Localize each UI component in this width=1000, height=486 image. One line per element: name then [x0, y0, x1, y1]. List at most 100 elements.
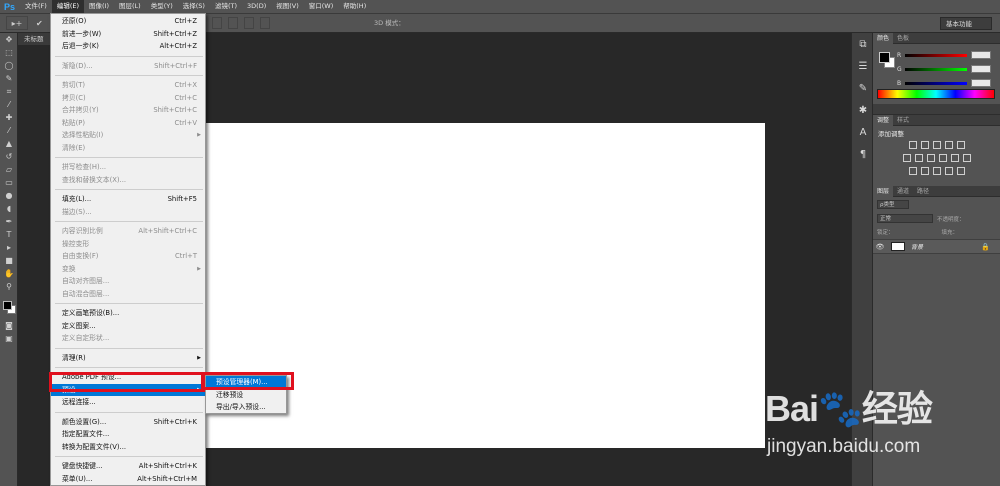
menu-filter[interactable]: 滤镜(T)	[210, 0, 242, 13]
eraser-tool-icon[interactable]: ▱	[0, 164, 18, 176]
history-brush-icon[interactable]: ↺	[0, 151, 18, 163]
screen-mode-icon[interactable]: ▣	[0, 333, 18, 345]
posterize-icon[interactable]	[920, 167, 929, 175]
edit-menu-item[interactable]: 查找和替换文本(X)...	[51, 174, 205, 187]
lasso-tool-icon[interactable]: ◯	[0, 60, 18, 72]
tool-preset-picker[interactable]: ▸+	[6, 16, 28, 30]
edit-menu-item[interactable]: 操控变形	[51, 238, 205, 251]
green-slider[interactable]: G	[897, 65, 995, 74]
color-swatches[interactable]	[0, 299, 18, 319]
auto-select-checkbox[interactable]: ✔	[36, 19, 43, 28]
exposure-icon[interactable]	[944, 141, 953, 149]
photo-filter-icon[interactable]	[938, 154, 947, 162]
edit-menu-item[interactable]: 自由变换(F) Ctrl+T	[51, 250, 205, 263]
menu-file[interactable]: 文件(F)	[20, 0, 52, 13]
layer-kind-filter[interactable]: ρ类型	[877, 200, 909, 209]
color-balance-icon[interactable]	[914, 154, 923, 162]
workspace-switcher[interactable]: 基本功能	[940, 17, 992, 30]
edit-menu-item[interactable]: 自动对齐图层...	[51, 275, 205, 288]
properties-icon[interactable]: ☰	[852, 55, 874, 77]
healing-tool-icon[interactable]: ✚	[0, 112, 18, 124]
red-slider[interactable]: R	[897, 51, 995, 60]
edit-menu-item[interactable]: 前进一步(W) Shift+Ctrl+Z	[51, 28, 205, 41]
color-spectrum[interactable]	[877, 89, 995, 99]
layer-row-background[interactable]: 👁 背景 🔒	[873, 239, 1000, 254]
edit-menu-item[interactable]: 颜色设置(G)... Shift+Ctrl+K	[51, 416, 205, 429]
green-value-field[interactable]	[971, 65, 991, 73]
stamp-tool-icon[interactable]: ▲	[0, 138, 18, 150]
curves-icon[interactable]	[932, 141, 941, 149]
blur-tool-icon[interactable]: ●	[0, 190, 18, 202]
edit-menu-item[interactable]: 定义画笔预设(B)...	[51, 307, 205, 320]
panel-foreground-color[interactable]	[879, 52, 890, 63]
edit-menu-item[interactable]: 远程连接...	[51, 396, 205, 409]
edit-menu-item[interactable]: 键盘快捷键... Alt+Shift+Ctrl+K	[51, 460, 205, 473]
brush-preset-icon[interactable]: ✱	[852, 99, 874, 121]
edit-menu-item[interactable]: 选择性粘贴(I) ▶	[51, 129, 205, 142]
edit-menu-item[interactable]: 剪切(T) Ctrl+X	[51, 79, 205, 92]
brush-tool-icon[interactable]: ⁄	[0, 125, 18, 137]
paragraph-icon[interactable]: ¶	[852, 143, 874, 165]
menu-select[interactable]: 选择(S)	[178, 0, 210, 13]
levels-icon[interactable]	[920, 141, 929, 149]
blue-slider[interactable]: B	[897, 79, 995, 88]
gradient-tool-icon[interactable]: ▭	[0, 177, 18, 189]
move-tool-icon[interactable]: ✥	[0, 34, 18, 46]
tab-paths[interactable]: 路径	[913, 186, 933, 197]
blue-value-field[interactable]	[971, 79, 991, 87]
channel-mixer-icon[interactable]	[950, 154, 959, 162]
character-icon[interactable]: A	[852, 121, 874, 143]
tab-color[interactable]: 颜色	[873, 32, 894, 44]
gradient-map-icon[interactable]	[944, 167, 953, 175]
align-right-icon[interactable]	[244, 17, 254, 29]
menu-window[interactable]: 窗口(W)	[304, 0, 339, 13]
visibility-eye-icon[interactable]: 👁	[873, 243, 887, 251]
bw-icon[interactable]	[926, 154, 935, 162]
menu-layer[interactable]: 图层(L)	[114, 0, 146, 13]
menu-image[interactable]: 图像(I)	[84, 0, 114, 13]
edit-menu-item[interactable]: 定义图案...	[51, 320, 205, 333]
invert-icon[interactable]	[908, 167, 917, 175]
tab-adjustments[interactable]: 调整	[873, 114, 894, 126]
path-select-tool-icon[interactable]: ▸	[0, 242, 18, 254]
color-lookup-icon[interactable]	[962, 154, 971, 162]
edit-menu-item[interactable]: 内容识别比例 Alt+Shift+Ctrl+C	[51, 225, 205, 238]
selective-color-icon[interactable]	[956, 167, 965, 175]
menu-help[interactable]: 帮助(H)	[338, 0, 371, 13]
tab-swatches[interactable]: 色板	[893, 33, 913, 44]
crop-tool-icon[interactable]: ⌗	[0, 86, 18, 98]
foreground-swatch[interactable]	[3, 301, 12, 310]
edit-menu-item[interactable]: 清理(R) ▶	[51, 352, 205, 365]
tab-channels[interactable]: 通道	[893, 186, 913, 197]
threshold-icon[interactable]	[932, 167, 941, 175]
quick-mask-icon[interactable]: ◙	[0, 320, 18, 332]
tab-layers[interactable]: 图层	[873, 185, 894, 197]
hand-tool-icon[interactable]: ✋	[0, 268, 18, 280]
edit-menu-item[interactable]: 后退一步(K) Alt+Ctrl+Z	[51, 40, 205, 53]
eyedropper-tool-icon[interactable]: ⁄	[0, 99, 18, 111]
edit-menu-item[interactable]: 合并拷贝(Y) Shift+Ctrl+C	[51, 104, 205, 117]
history-icon[interactable]: ⧉	[852, 33, 874, 55]
edit-menu-item[interactable]: 指定配置文件...	[51, 428, 205, 441]
distribute-icon[interactable]	[260, 17, 270, 29]
menu-view[interactable]: 视图(V)	[271, 0, 304, 13]
edit-menu-item[interactable]: 还原(O) Ctrl+Z	[51, 15, 205, 28]
align-left-icon[interactable]	[212, 17, 222, 29]
edit-menu-item[interactable]: 变换 ▶	[51, 263, 205, 276]
edit-menu-item[interactable]: 拼写检查(H)...	[51, 161, 205, 174]
menu-type[interactable]: 类型(Y)	[146, 0, 178, 13]
edit-menu-item[interactable]: 渐隐(D)... Shift+Ctrl+F	[51, 60, 205, 73]
preset-submenu-item[interactable]: 导出/导入预设...	[206, 401, 286, 414]
pen-tool-icon[interactable]: ✒	[0, 216, 18, 228]
shape-tool-icon[interactable]: ■	[0, 255, 18, 267]
dodge-tool-icon[interactable]: ◖	[0, 203, 18, 215]
edit-menu-item[interactable]: 填充(L)... Shift+F5	[51, 193, 205, 206]
align-center-icon[interactable]	[228, 17, 238, 29]
brush-panel-icon[interactable]: ✎	[852, 77, 874, 99]
preset-submenu-item[interactable]: 迁移预设	[206, 389, 286, 402]
quick-select-tool-icon[interactable]: ✎	[0, 73, 18, 85]
edit-menu-item[interactable]: 描边(S)...	[51, 206, 205, 219]
tab-styles[interactable]: 样式	[893, 115, 913, 126]
type-tool-icon[interactable]: T	[0, 229, 18, 241]
edit-menu-item[interactable]: 菜单(U)... Alt+Shift+Ctrl+M	[51, 473, 205, 486]
